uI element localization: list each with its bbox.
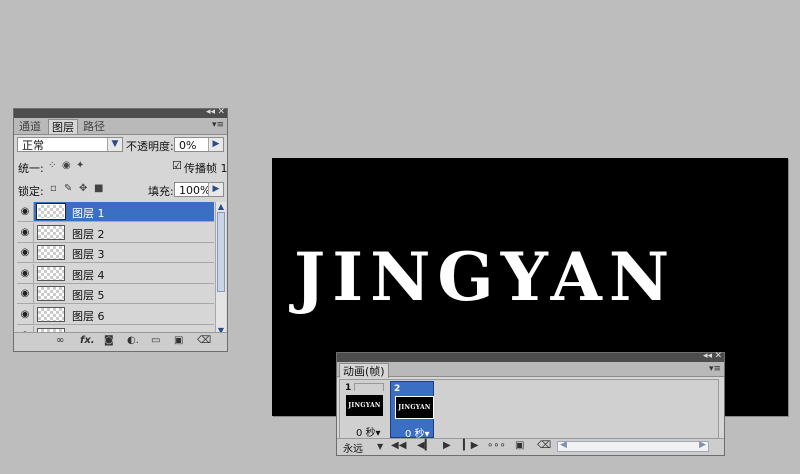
adjustment-icon[interactable]: ◐. (127, 335, 139, 346)
tab-paths[interactable]: 路径 (80, 119, 108, 134)
close-icon[interactable]: ✕ (217, 107, 225, 117)
scroll-thumb[interactable] (217, 212, 225, 292)
frame-delay[interactable]: 0 秒▾ (356, 424, 381, 439)
prev-frame-icon[interactable]: ◀▎ (417, 440, 432, 451)
layer-row[interactable]: ◉ 图层 5 (17, 284, 214, 305)
propagate-checkbox[interactable]: ☑ (172, 159, 182, 172)
mask-icon[interactable]: ◙ (104, 335, 114, 346)
layers-bottom-toolbar: ∞ fx. ◙ ◐. ▭ ▣ ⌫ (14, 332, 227, 351)
eye-icon[interactable]: ◉ (17, 243, 34, 263)
layer-thumbnail (36, 203, 66, 220)
opacity-arrow-icon[interactable]: ▶ (208, 138, 223, 151)
tween-icon[interactable]: ∘∘∘ (487, 440, 506, 451)
panel-menu-icon[interactable]: ▾≡ (709, 364, 721, 374)
link-icon[interactable]: ∞ (56, 335, 64, 346)
layers-panel-titlebar[interactable]: ◂◂ ✕ (14, 107, 227, 118)
unify-style-icon[interactable]: ✦ (76, 160, 84, 171)
layer-row[interactable]: ◉ 图层 1 (17, 202, 214, 222)
layer-name: 图层 2 (72, 227, 105, 241)
close-icon[interactable]: ✕ (714, 351, 722, 361)
blend-mode-value: 正常 (22, 139, 44, 152)
animation-panel-titlebar[interactable]: ◂◂ ✕ (337, 351, 724, 362)
opacity-label: 不透明度: (126, 140, 174, 153)
eye-icon[interactable]: ◉ (17, 222, 34, 242)
unify-label: 统一: (18, 162, 44, 175)
eye-icon[interactable]: ◉ (17, 263, 34, 283)
trash-icon[interactable]: ⌫ (197, 335, 211, 346)
frame-thumbnail: JINGYAN (395, 396, 434, 419)
first-frame-icon[interactable]: ◀◀ (391, 440, 406, 451)
next-frame-icon[interactable]: ▎▶ (463, 440, 478, 451)
tab-channels[interactable]: 通道 (16, 119, 44, 134)
layers-panel-tabs: 通道 图层 路径 ▾≡ (14, 118, 227, 135)
opacity-value: 0% (179, 139, 197, 152)
play-icon[interactable]: ▶ (443, 440, 451, 451)
lock-label: 锁定: (18, 185, 44, 198)
layer-name: 图层 6 (72, 310, 105, 323)
fx-icon[interactable]: fx. (80, 335, 95, 346)
propagate-label: 传播帧 1 (184, 162, 228, 175)
layer-row[interactable]: ◉ 图层 4 (17, 263, 214, 284)
eye-icon[interactable]: ◉ (17, 305, 34, 324)
lock-transparent-icon[interactable]: ▫ (50, 183, 57, 194)
frame-number: 2 (394, 384, 401, 394)
collapse-icon[interactable]: ◂◂ (703, 351, 712, 361)
frame-strip: 1 JINGYAN 0 秒▾ 2 JINGYAN 0 秒▾ (339, 379, 719, 440)
loop-select[interactable]: 永远 (343, 440, 363, 455)
scroll-right-icon[interactable]: ▶ (699, 440, 706, 450)
layer-name: 图层 4 (72, 268, 105, 282)
chevron-down-icon: ▼ (107, 138, 122, 151)
lock-brush-icon[interactable]: ✎ (64, 183, 72, 194)
unify-visibility-icon[interactable]: ◉ (62, 160, 71, 171)
frame-2[interactable]: 2 JINGYAN 0 秒▾ (390, 381, 434, 440)
layers-scrollbar[interactable]: ▲ ▼ (215, 202, 226, 335)
new-layer-icon[interactable]: ▣ (174, 335, 183, 346)
layers-panel: ◂◂ ✕ 通道 图层 路径 ▾≡ 正常 ▼ 不透明度: 0% ▶ 统一: ⁘ ◉… (13, 107, 228, 352)
eye-icon[interactable]: ◉ (17, 202, 34, 221)
fill-label: 填充: (148, 185, 174, 198)
duplicate-frame-icon[interactable]: ▣ (515, 440, 524, 451)
layer-row[interactable]: ◉ 图层 6 (17, 305, 214, 325)
animation-panel-tabs: 动画(帧) ▾≡ (337, 362, 724, 378)
layer-thumbnail (37, 245, 65, 261)
frame-number: 1 (345, 383, 352, 393)
eye-icon[interactable]: ◉ (17, 284, 34, 304)
tab-animation[interactable]: 动画(帧) (339, 363, 389, 378)
layer-name: 图层 5 (72, 289, 105, 303)
fill-input[interactable]: 100% ▶ (174, 182, 224, 197)
animation-toolbar: 永远 ▼ ◀◀ ◀▎ ▶ ▎▶ ∘∘∘ ▣ ⌫ ◀ ▶ (337, 438, 724, 455)
layer-row[interactable]: ◉ 图层 2 (17, 222, 214, 243)
frames-hscrollbar[interactable]: ◀ ▶ (557, 440, 709, 452)
animation-panel: ◂◂ ✕ 动画(帧) ▾≡ 1 JINGYAN 0 秒▾ 2 JINGYAN 0… (336, 351, 725, 456)
layer-row[interactable]: ◉ 图层 3 (17, 243, 214, 264)
frame-thumbnail: JINGYAN (346, 395, 383, 416)
group-icon[interactable]: ▭ (151, 335, 160, 346)
unify-position-icon[interactable]: ⁘ (48, 160, 56, 171)
trash-icon[interactable]: ⌫ (537, 440, 551, 451)
fill-arrow-icon[interactable]: ▶ (208, 183, 223, 196)
scroll-left-icon[interactable]: ◀ (560, 440, 567, 450)
canvas-text: JINGYAN (294, 238, 677, 316)
layer-thumbnail (37, 307, 65, 322)
lock-all-icon[interactable]: ■ (94, 183, 103, 194)
panel-menu-icon[interactable]: ▾≡ (212, 120, 224, 130)
layer-thumbnail (37, 224, 65, 240)
frame-1[interactable]: 1 JINGYAN 0 秒▾ (342, 381, 386, 439)
lock-move-icon[interactable]: ✥ (79, 183, 87, 194)
scroll-up-icon[interactable]: ▲ (216, 202, 226, 211)
opacity-input[interactable]: 0% ▶ (174, 137, 224, 152)
layer-name: 图层 3 (72, 248, 105, 262)
fill-value: 100% (179, 184, 211, 197)
blend-mode-select[interactable]: 正常 ▼ (17, 137, 123, 152)
layer-thumbnail (37, 265, 65, 281)
layer-name: 图层 1 (72, 207, 105, 220)
collapse-icon[interactable]: ◂◂ (206, 107, 215, 117)
layer-thumbnail (37, 286, 65, 302)
chevron-down-icon[interactable]: ▼ (377, 442, 383, 451)
tab-layers[interactable]: 图层 (48, 119, 78, 134)
